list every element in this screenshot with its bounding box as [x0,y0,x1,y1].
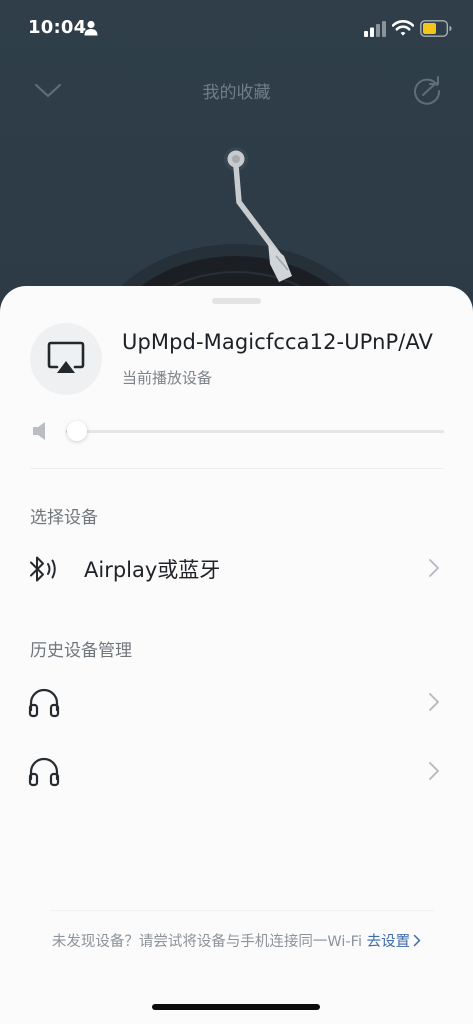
history-device-row[interactable] [0,743,473,799]
history-device-row[interactable] [0,674,473,730]
headphones-icon [28,688,60,718]
chevron-right-icon [429,559,439,577]
player-header: 我的收藏 [0,62,473,118]
player-title: 我的收藏 [202,83,271,103]
signal-icon [364,21,386,37]
airplay-bluetooth-label: Airplay或蓝牙 [84,558,221,582]
turntable-graphic [101,147,371,310]
airplay-bluetooth-row[interactable]: Airplay或蓝牙 [0,540,473,596]
speaker-icon [33,422,45,440]
wifi-icon [392,20,414,36]
volume-slider[interactable] [30,417,444,445]
device-picker-sheet: UpMpd-Magicfcca12-UPnP/AV 当前播放设备 选择设备 Ai… [0,286,473,1024]
airplay-icon-circle [30,323,102,395]
footer-hint: 未发现设备？请尝试将设备与手机连接同一Wi-Fi 去设置 [0,930,473,951]
person-icon [84,20,98,36]
share-icon[interactable] [410,74,444,108]
battery-icon [420,20,452,37]
airplay-icon [47,341,85,373]
history-devices-label: 历史设备管理 [30,641,132,661]
footer-divider [50,910,434,911]
volume-knob[interactable] [67,421,88,441]
go-settings-link[interactable]: 去设置 [367,934,422,950]
volume-track[interactable] [66,430,444,433]
go-settings-label: 去设置 [366,934,411,950]
chevron-right-icon [429,762,439,780]
bluetooth-audio-icon [30,556,56,582]
chevron-right-icon [413,934,421,947]
status-time: 10:04 [28,17,87,38]
current-device-name: UpMpd-Magicfcca12-UPnP/AV [122,330,434,354]
screen: 10:04 我的收藏 UpMpd-Magicfcca12-UPnP/AV 当前播… [0,0,473,1024]
sheet-handle[interactable] [212,298,261,304]
headphones-icon [28,757,60,787]
select-device-label: 选择设备 [30,508,98,528]
status-bar: 10:04 [0,0,473,58]
home-indicator [152,1004,320,1010]
footer-hint-text: 未发现设备？请尝试将设备与手机连接同一Wi-Fi [51,934,362,950]
divider [30,468,444,469]
current-device: UpMpd-Magicfcca12-UPnP/AV 当前播放设备 [30,323,450,397]
chevron-right-icon [429,693,439,711]
current-device-status: 当前播放设备 [122,369,213,387]
